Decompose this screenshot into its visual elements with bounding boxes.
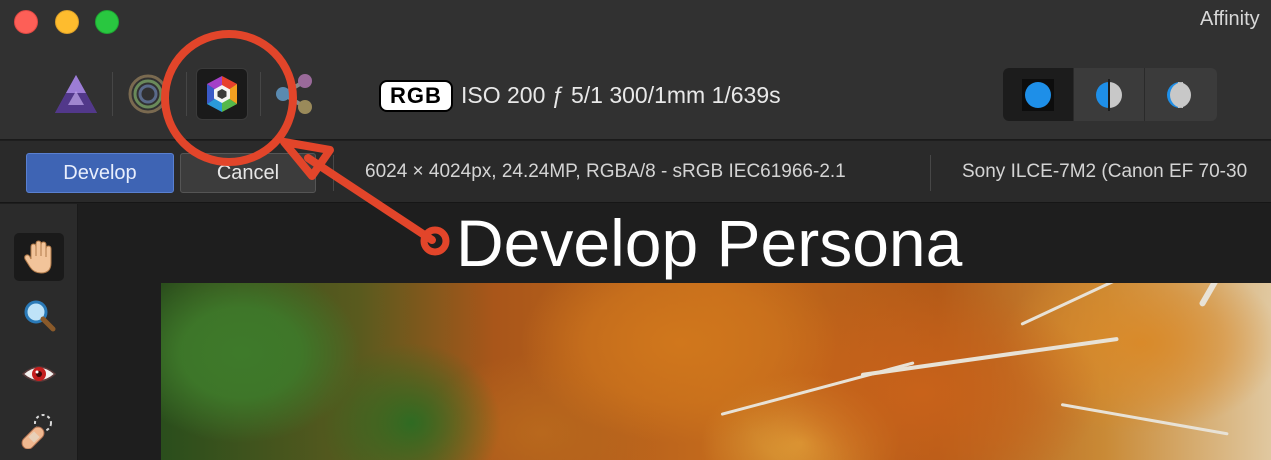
develop-button[interactable]: Develop — [26, 153, 174, 193]
zoom-icon — [24, 300, 56, 332]
photo-branch — [860, 336, 1119, 377]
liquify-persona-button[interactable] — [122, 68, 174, 120]
export-persona-button[interactable] — [268, 68, 320, 120]
photo-branch — [1020, 283, 1185, 326]
photo-branch — [1198, 283, 1264, 308]
context-separator — [930, 155, 931, 191]
single-view-icon — [1022, 78, 1054, 111]
photo-preview — [161, 283, 1271, 460]
hand-icon — [24, 240, 52, 274]
photo-branch — [720, 361, 915, 416]
camera-info: Sony ILCE-7M2 (Canon EF 70-30 — [962, 161, 1248, 182]
tools-panel — [0, 204, 78, 460]
photo-persona-button[interactable] — [50, 68, 102, 120]
toolbar-separator — [260, 72, 261, 116]
red-eye-icon — [21, 366, 57, 382]
toolbar-separator — [186, 72, 187, 116]
document-info: 6024 × 4024px, 24.24MP, RGBA/8 - sRGB IE… — [365, 161, 846, 182]
toolbar-separator — [112, 72, 113, 116]
exif-info: ISO 200 ƒ 5/1 300/1mm 1/639s — [461, 82, 781, 108]
single-view-button[interactable] — [1003, 68, 1074, 121]
view-mode-group — [1003, 68, 1217, 121]
mirror-view-icon — [1166, 81, 1191, 108]
export-persona-icon — [276, 74, 312, 114]
window-close-button[interactable] — [14, 10, 38, 34]
affinity-photo-icon — [55, 75, 97, 113]
main-toolbar: Affinity RGB ISO 200 ƒ 5/1 300/1mm 1/639… — [0, 0, 1271, 140]
blemish-removal-icon — [21, 414, 52, 449]
context-toolbar: Develop Cancel 6024 × 4024px, 24.24MP, R… — [0, 141, 1271, 203]
window-zoom-button[interactable] — [95, 10, 119, 34]
split-view-button[interactable] — [1074, 68, 1145, 121]
develop-persona-icon — [207, 76, 237, 112]
window-title: Affinity — [1200, 8, 1260, 30]
red-eye-tool[interactable] — [14, 350, 64, 398]
photo-branch — [1060, 403, 1229, 436]
cancel-button[interactable]: Cancel — [180, 153, 316, 193]
develop-persona-button[interactable] — [196, 68, 248, 120]
blemish-removal-tool[interactable] — [14, 407, 64, 455]
mirror-view-button[interactable] — [1145, 68, 1216, 121]
zoom-tool[interactable] — [14, 291, 64, 339]
context-separator — [333, 155, 334, 191]
split-view-icon — [1096, 78, 1122, 111]
annotation-label: Develop Persona — [456, 206, 963, 280]
color-mode-badge: RGB — [379, 80, 453, 112]
hand-tool[interactable] — [14, 233, 64, 281]
window-minimize-button[interactable] — [55, 10, 79, 34]
liquify-icon — [128, 74, 168, 114]
